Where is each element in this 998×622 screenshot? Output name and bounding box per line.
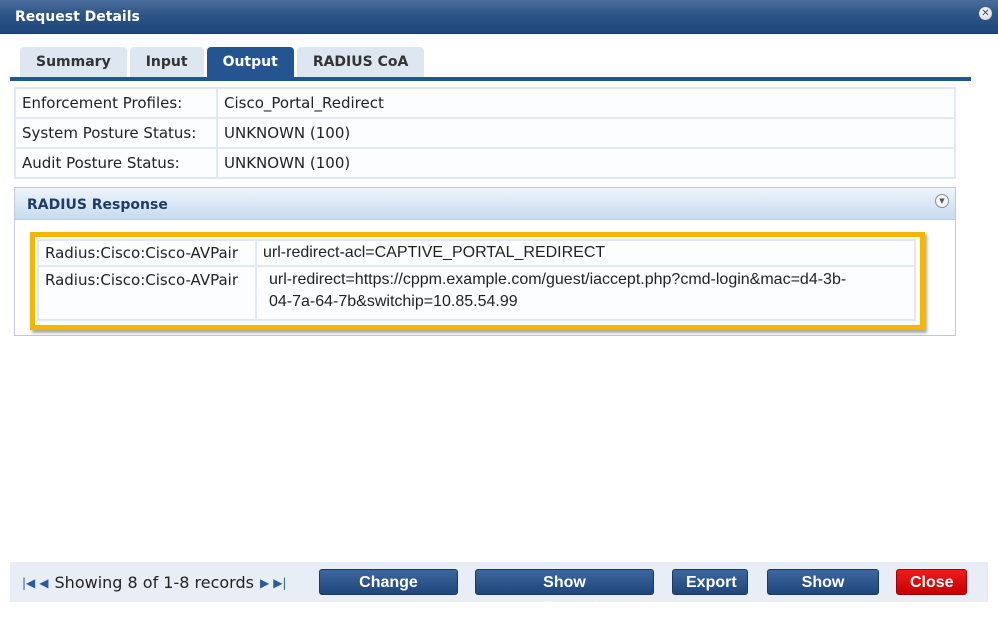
last-page-icon[interactable]: ▶| xyxy=(273,576,286,590)
highlight-box: Radius:Cisco:Cisco-AVPair url-redirect-a… xyxy=(30,232,925,330)
dialog-title-bar: Request Details ✕ xyxy=(0,0,998,34)
tab-summary[interactable]: Summary xyxy=(20,47,127,77)
previous-page-icon[interactable]: ◀ xyxy=(39,576,48,590)
export-button[interactable]: Export xyxy=(672,569,748,595)
tab-input[interactable]: Input xyxy=(129,47,204,77)
attribute-value: url-redirect=https://cppm.example.com/gu… xyxy=(255,265,916,321)
tab-output[interactable]: Output xyxy=(206,47,294,77)
chevron-down-icon[interactable]: ▼ xyxy=(935,194,949,208)
attribute-name: Radius:Cisco:Cisco-AVPair xyxy=(37,265,257,321)
table-row: Audit Posture Status: UNKNOWN (100) xyxy=(14,147,956,179)
audit-posture-value: UNKNOWN (100) xyxy=(216,147,956,179)
show-logs-button[interactable]: Show Logs xyxy=(767,569,879,617)
enforcement-profiles-value: Cisco_Portal_Redirect xyxy=(216,87,956,119)
next-page-icon[interactable]: ▶ xyxy=(260,576,269,590)
radius-response-title: RADIUS Response xyxy=(27,197,168,213)
first-page-icon[interactable]: |◀ xyxy=(22,576,35,590)
radius-attributes-table: Radius:Cisco:Cisco-AVPair url-redirect-a… xyxy=(37,239,916,321)
system-posture-label: System Posture Status: xyxy=(14,117,218,149)
attribute-value-line: url-redirect=https://cppm.example.com/gu… xyxy=(269,271,847,288)
system-posture-value: UNKNOWN (100) xyxy=(216,117,956,149)
table-row: Radius:Cisco:Cisco-AVPair url-redirect=h… xyxy=(37,265,916,321)
attribute-value: url-redirect-acl=CAPTIVE_PORTAL_REDIRECT xyxy=(255,239,916,267)
radius-response-header[interactable]: RADIUS Response ▼ xyxy=(15,188,955,220)
output-summary-table: Enforcement Profiles: Cisco_Portal_Redir… xyxy=(14,87,956,179)
radius-response-panel: RADIUS Response ▼ Radius:Cisco:Cisco-AVP… xyxy=(14,187,956,336)
tab-underline xyxy=(10,77,971,81)
enforcement-profiles-label: Enforcement Profiles: xyxy=(14,87,218,119)
close-button[interactable]: Close xyxy=(896,569,967,595)
change-status-button[interactable]: Change Status xyxy=(319,569,458,617)
attribute-name: Radius:Cisco:Cisco-AVPair xyxy=(37,239,257,267)
table-row: Enforcement Profiles: Cisco_Portal_Redir… xyxy=(14,87,956,119)
tab-radius-coa[interactable]: RADIUS CoA xyxy=(296,47,425,77)
audit-posture-label: Audit Posture Status: xyxy=(14,147,218,179)
tab-bar: Summary Input Output RADIUS CoA xyxy=(20,47,425,77)
pager-text: Showing 8 of 1-8 records xyxy=(54,573,254,592)
dialog-title: Request Details xyxy=(15,9,140,25)
pagination: |◀ ◀ Showing 8 of 1-8 records ▶ ▶| xyxy=(20,573,288,592)
table-row: System Posture Status: UNKNOWN (100) xyxy=(14,117,956,149)
dialog-footer: |◀ ◀ Showing 8 of 1-8 records ▶ ▶| Chang… xyxy=(10,562,988,617)
attribute-value-line: 04-7a-64-7b&switchip=10.85.54.99 xyxy=(269,293,518,310)
show-configuration-button[interactable]: Show Configuration xyxy=(475,569,654,617)
table-row: Radius:Cisco:Cisco-AVPair url-redirect-a… xyxy=(37,239,916,267)
close-icon[interactable]: ✕ xyxy=(979,7,992,20)
